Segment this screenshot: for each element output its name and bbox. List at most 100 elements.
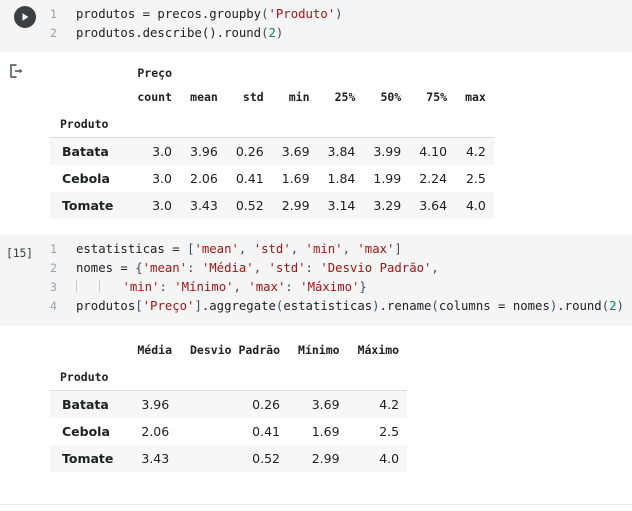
table-cell: 4.2 [465,144,486,159]
code-token: 2 [609,299,617,313]
table-corner-cell [50,85,127,109]
table-cell: 0.52 [235,198,264,213]
output-2-body: Média Desvio Padrão Mínimo Máximo Produt… [50,338,632,472]
table-cell: 3.96 [190,144,218,159]
table-cell: 2.24 [419,171,448,186]
table-cell: 1.69 [281,171,310,186]
table-cell: 1.84 [327,171,356,186]
code-cell-2[interactable]: [15] 1 estatisticas = ['mean', 'std', 'm… [0,235,632,326]
table-cell: 3.0 [152,144,172,159]
column-header: 25% [334,90,356,104]
code-token: 'Mínimo' [174,280,234,294]
code-token: ) [616,299,624,313]
code-token: : [285,280,301,294]
code-token: { [135,261,143,275]
table-header-row: count mean std min 25% 50% 75% max [50,85,494,109]
code-token: 'Preço' [142,299,195,313]
table-cell: 1.99 [373,171,402,186]
cell-1-source[interactable]: 1 produtos = precos.groupby('Produto') 2… [50,0,632,50]
play-icon [22,13,29,21]
table-row: Tomate 3.43 0.52 2.99 4.0 [50,445,408,472]
cell-2-source[interactable]: 1 estatisticas = ['mean', 'std', 'min', … [50,235,632,323]
line-number: 1 [50,7,57,21]
table-cell: 0.41 [252,424,281,439]
table-cell: 2.99 [311,451,340,466]
table-cell: 4.0 [379,451,400,466]
execution-count-label: [15] [6,246,33,260]
code-text: produtos = precos.groupby('Produto') [76,5,343,24]
code-token: , [342,242,358,256]
column-group-label: Preço [137,66,172,80]
table-cell: 0.26 [235,144,264,159]
column-header: count [137,90,172,104]
cell-1-gutter [0,0,50,28]
table-cell: 3.43 [190,198,218,213]
code-line: 3 'min': 'Mínimo', 'max': 'Máximo'} [50,278,632,297]
table-row: Batata 3.96 0.26 3.69 4.2 [50,390,408,418]
code-token: estatisticas [283,299,373,313]
code-token: , [290,242,306,256]
table-cell: 3.43 [141,451,170,466]
column-header: 75% [426,90,448,104]
table-cell: 3.14 [327,198,356,213]
line-number: 4 [50,299,57,313]
code-token: estatisticas = [76,242,188,256]
table-cell: 4.10 [419,144,448,159]
code-token: ( [601,299,610,313]
table-cell: 0.26 [252,397,281,412]
code-token: 'Desvio Padrão' [320,261,432,275]
code-text: produtos.describe().round(2) [76,24,283,43]
code-token: ( [261,26,269,40]
line-number: 2 [50,261,57,275]
code-token: : [187,261,202,275]
table-cell: 4.2 [379,397,400,412]
code-line: 1 estatisticas = ['mean', 'std', 'min', … [50,240,632,259]
column-header: min [288,90,310,104]
output-1-gutter[interactable] [0,61,50,83]
table-row: Tomate 3.0 3.43 0.52 2.99 3.14 3.29 3.64… [50,192,494,219]
code-token: .aggregate [201,299,276,313]
code-token: 'std' [253,242,291,256]
column-header: 50% [380,90,402,104]
column-header: mean [190,90,218,104]
code-token: 'std' [268,261,306,275]
code-token: produtos [76,299,136,313]
table-cell: 0.41 [235,171,264,186]
code-line: 1 produtos = precos.groupby('Produto') [50,5,632,24]
table-row: Cebola 2.06 0.41 1.69 2.5 [50,418,408,445]
code-token: ) [275,26,284,40]
table-corner-cell [50,61,127,85]
row-index-label: Cebola [62,424,110,439]
code-token: } [359,280,367,294]
code-text: 'min': 'Mínimo', 'max': 'Máximo'} [76,278,367,297]
code-token: ] [194,299,202,313]
code-cell-1[interactable]: 1 produtos = precos.groupby('Produto') 2… [0,0,632,52]
row-index-label: Batata [62,397,109,412]
line-number: 3 [50,280,57,294]
output-arrow-icon[interactable] [8,63,24,79]
dataframe-table-1: Preço count mean std min 25% 50% 75% max… [50,61,494,219]
table-body: Batata 3.96 0.26 3.69 4.2 Cebola 2.06 0.… [50,390,408,472]
row-index-label: Tomate [62,198,114,213]
index-name-label: Produto [60,370,109,384]
code-token: produtos.describe().round [76,26,262,40]
dataframe-table-2: Média Desvio Padrão Mínimo Máximo Produt… [50,338,408,472]
table-cell: 3.0 [152,198,172,213]
code-token: [ [135,299,143,313]
code-token: 'max' [357,242,395,256]
code-text: estatisticas = ['mean', 'std', 'min', 'm… [76,240,402,259]
table-cell: 3.29 [373,198,402,213]
code-token: 'mean' [142,261,188,275]
column-header: Média [137,343,172,357]
cell-2-gutter: [15] [0,235,50,260]
output-area-1: Preço count mean std min 25% 50% 75% max… [0,52,632,219]
bottom-divider [0,504,632,505]
table-cell: 3.99 [373,144,402,159]
table-head: Preço count mean std min 25% 50% 75% max… [50,61,494,138]
table-cell: 3.69 [281,144,310,159]
table-cell: 0.52 [252,451,281,466]
code-token: : [305,261,321,275]
run-cell-button[interactable] [14,6,36,28]
line-number: 1 [50,242,57,256]
column-header: std [242,90,264,104]
